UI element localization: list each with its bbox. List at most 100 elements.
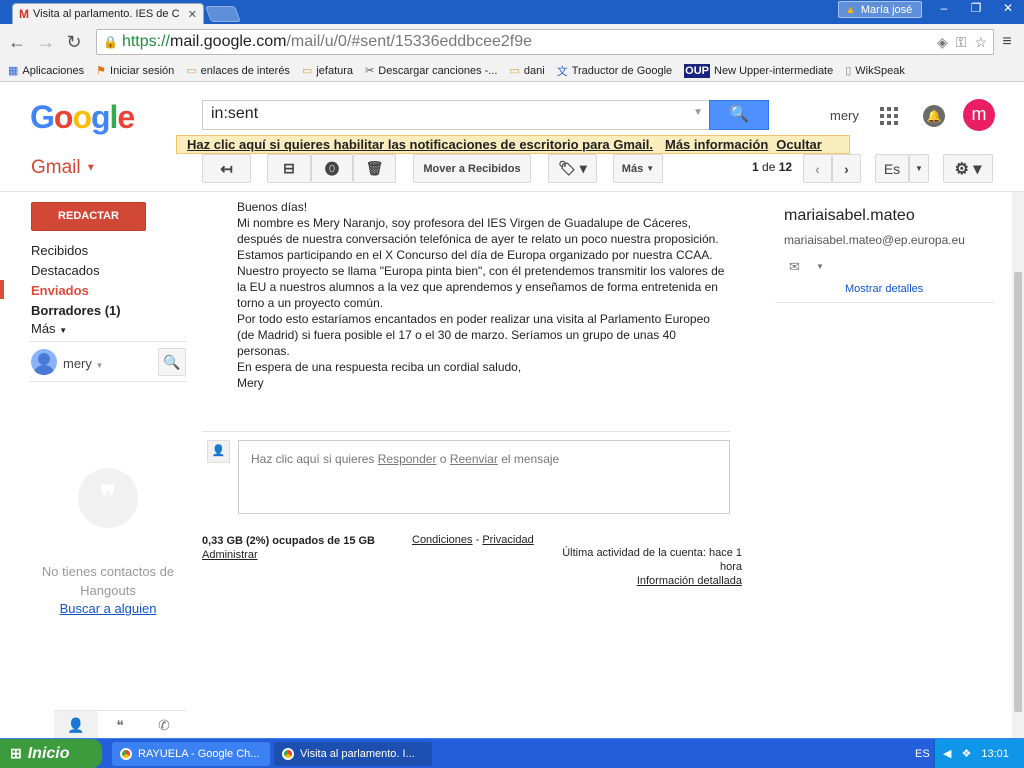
new-tab-button[interactable] [205,6,241,22]
settings-button[interactable]: ⚙ ▾ [943,154,993,183]
reply-avatar-icon: 👤 [207,440,230,463]
older-button[interactable]: › [832,154,861,183]
folder-icon: ▭ [509,65,520,77]
storage-usage: 0,33 GB (2%) ocupados de 15 GB [202,535,375,547]
back-to-list-button[interactable]: ↤ [202,154,251,183]
network-icon[interactable]: ❖ [961,747,971,760]
notifications-icon[interactable]: 🔔 [923,105,945,127]
notification-more-info-link[interactable]: Más información [665,137,768,152]
forward-link[interactable]: Reenviar [450,452,498,466]
bookmark-wikspeak[interactable]: ▯ WikSpeak [845,64,905,78]
delete-button[interactable]: 🗑 [353,154,396,183]
start-button[interactable]: ⊞ Inicio [0,739,102,768]
search-button[interactable]: 🔍 [709,100,769,130]
chevron-left-icon: ‹ [815,160,820,177]
taskbar-item-gmail[interactable]: Visita al parlamento. I... [274,742,432,766]
find-someone-link[interactable]: Buscar a alguien [30,601,186,616]
phone-tab-icon[interactable]: ✆ [142,711,186,738]
hangouts-me[interactable]: mery ▼ [63,356,103,371]
bookmark-apps[interactable]: ▦ Aplicaciones [8,64,84,78]
bookmark-oup[interactable]: OUP New Upper-intermediate [684,63,833,78]
caret-down-icon: ▼ [95,361,104,370]
move-to-inbox-button[interactable]: Mover a Recibidos [413,154,531,183]
caret-down-icon: ▼ [59,326,68,335]
bookmark-jefatura[interactable]: ▭ jefatura [302,64,353,78]
reply-box[interactable]: Haz clic aquí si quieres Responder o Ree… [238,440,730,514]
key-icon[interactable]: ⚿ [956,34,967,51]
nav-drafts[interactable]: Borradores (1) [31,303,121,318]
system-tray: ◀ ❖ 13:01 [934,739,1024,768]
bookmark-label: Traductor de Google [571,64,673,77]
taskbar-item-rayuela[interactable]: RAYUELA - Google Ch... [112,742,270,766]
close-window-icon[interactable]: ✕ [992,0,1024,18]
hangouts-avatar[interactable] [31,349,57,375]
archive-button[interactable]: ⊟ [267,154,311,183]
translate-icon: 文 [556,65,568,78]
back-icon[interactable]: ← [7,32,27,52]
chrome-menu-icon[interactable]: ≡ [998,33,1016,51]
archive-icon: ⊟ [283,160,295,176]
caret-down-icon[interactable]: ▼ [816,262,824,271]
input-language-button[interactable]: Es [875,154,909,183]
clock: 13:01 [981,747,1009,760]
contacts-tab-icon[interactable]: 👤 [54,711,98,738]
restore-icon[interactable]: ❐ [960,0,992,18]
hangouts-tab-icon[interactable]: ❝ [98,711,142,738]
address-bar[interactable]: 🔒 https:// mail.google.com /mail/u/0/#se… [96,29,994,55]
compose-button[interactable]: REDACTAR [31,202,146,231]
notification-hide-link[interactable]: Ocultar [776,137,822,152]
more-label: Más [621,162,644,175]
footer-links: Condiciones - Privacidad [412,534,534,546]
labels-button[interactable]: 🏷 ▾ [548,154,597,183]
envelope-icon[interactable]: ✉ [789,259,800,275]
reload-icon[interactable]: ↻ [64,32,84,52]
details-link[interactable]: Información detallada [637,575,742,587]
nav-inbox[interactable]: Recibidos [31,243,88,258]
search-options-icon[interactable]: ▼ [693,107,703,118]
apps-icon[interactable] [880,107,898,125]
language-indicator[interactable]: ES [915,748,930,760]
scrollbar-thumb[interactable] [1014,272,1022,712]
omnibox-icons: ◈ ⚿ ☆ [937,34,993,51]
search-people-button[interactable]: 🔍 [158,348,186,376]
nav-starred[interactable]: Destacados [31,263,100,278]
gmail-switcher[interactable]: Gmail ▼ [31,157,96,179]
browser-tab-active[interactable]: M Visita al parlamento. IES de C ✕ [12,3,204,24]
account-name[interactable]: mery [830,108,859,123]
avatar[interactable]: m [963,99,995,131]
show-details-link[interactable]: Mostrar detalles [845,283,923,295]
more-button[interactable]: Más ▼ [613,154,663,183]
search-input[interactable]: in:sent ▼ [202,100,710,130]
input-tools-dropdown[interactable]: ▼ [909,154,929,183]
tray-arrow-icon[interactable]: ◀ [943,747,951,760]
close-tab-icon[interactable]: ✕ [188,8,197,21]
nav-more[interactable]: Más ▼ [31,321,67,336]
reply-link[interactable]: Responder [378,452,437,466]
profile-button[interactable]: ▲ María josé [838,1,922,18]
bookmark-label: dani [523,64,545,77]
extension-icon[interactable]: ◈ [937,34,948,51]
report-spam-button[interactable]: ⓿ [311,154,353,183]
bookmark-translate[interactable]: 文 Traductor de Google [557,63,672,79]
bookmark-login[interactable]: ⚑ Iniciar sesión [96,64,174,78]
hangouts-me-name: mery [63,356,92,371]
desktop-notification-banner: Haz clic aquí si quieres habilitar las n… [176,135,850,154]
google-logo[interactable]: Google [30,99,135,136]
windows-logo-icon: ⊞ [10,745,22,761]
newer-button[interactable]: ‹ [803,154,832,183]
star-icon[interactable]: ☆ [974,34,987,51]
manage-link[interactable]: Administrar [202,549,258,561]
profile-name: María josé [860,3,913,16]
minimize-icon[interactable]: – [928,0,960,18]
bookmark-dani[interactable]: ▭ dani [509,64,545,78]
terms-link[interactable]: Condiciones [412,534,473,546]
privacy-link[interactable]: Privacidad [482,534,533,546]
bookmark-links[interactable]: ▭ enlaces de interés [186,64,290,78]
nav-sent[interactable]: Enviados [31,283,89,298]
search-value: in:sent [211,105,259,122]
start-label: Inicio [27,744,70,762]
bookmark-songs[interactable]: ✂ Descargar canciones -... [365,64,497,78]
forward-icon[interactable]: → [36,32,56,52]
notification-enable-link[interactable]: Haz clic aquí si quieres habilitar las n… [187,137,653,152]
page-scrollbar[interactable] [1012,192,1024,738]
